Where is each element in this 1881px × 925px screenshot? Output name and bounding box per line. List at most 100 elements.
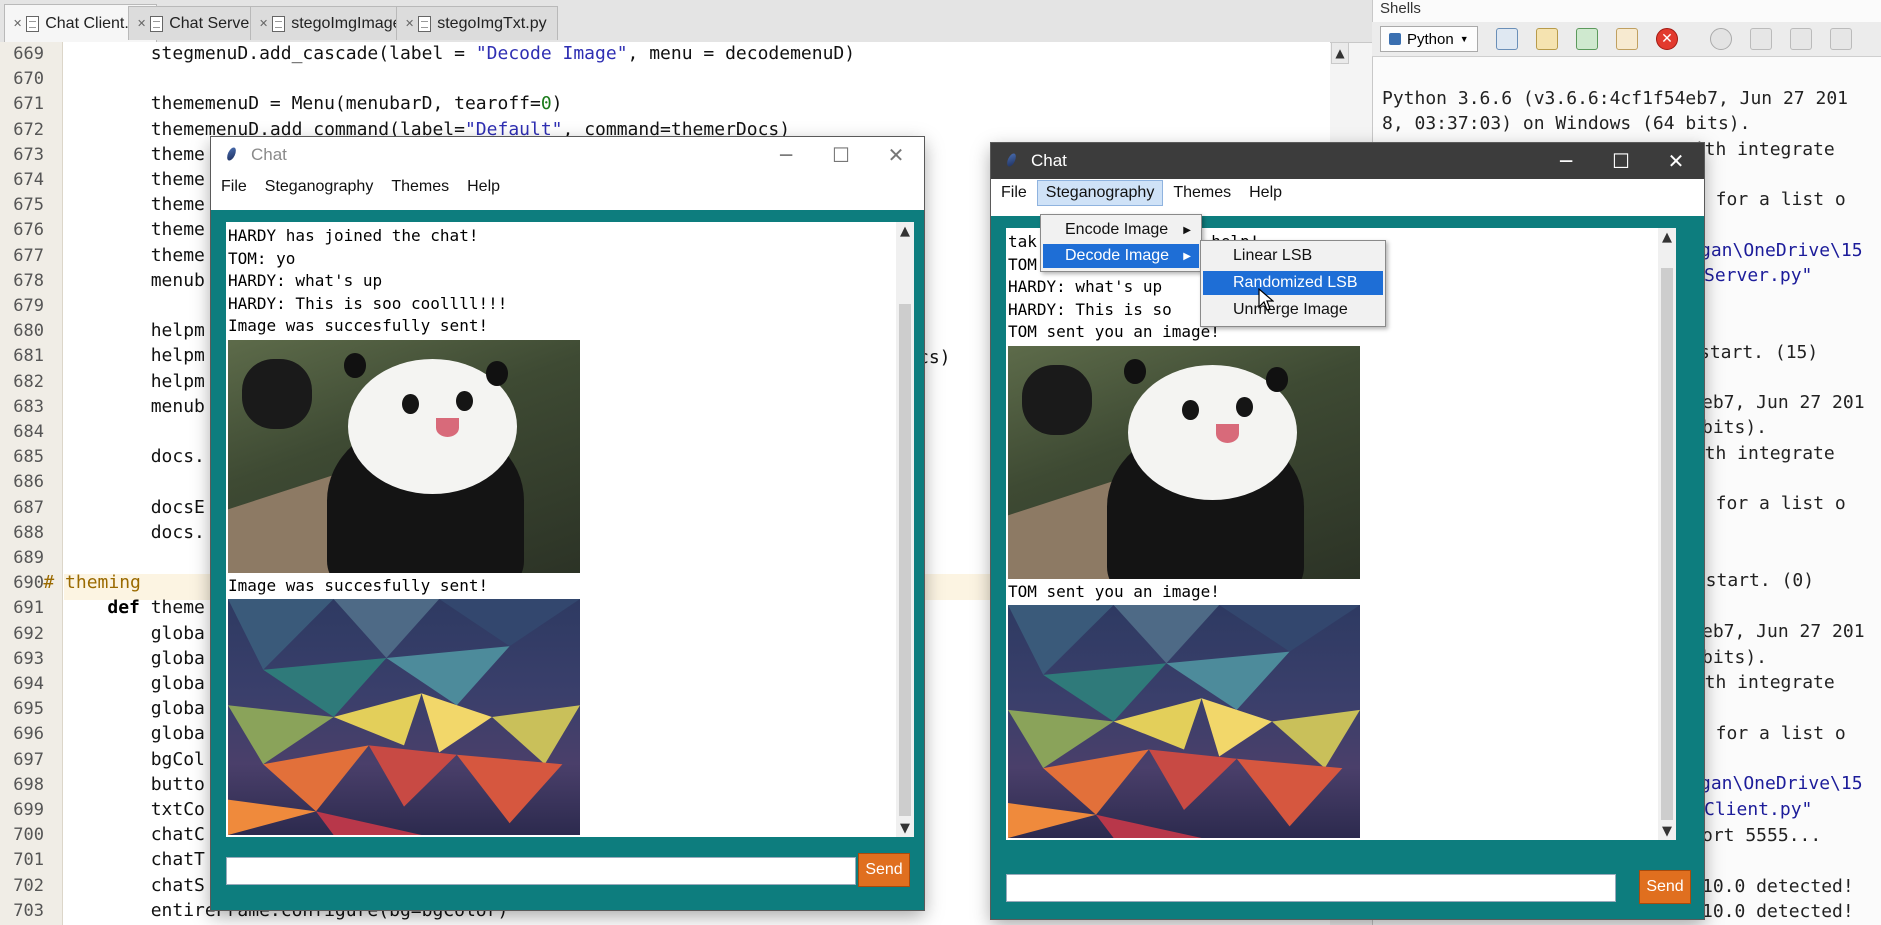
code-line: theme — [64, 169, 205, 190]
line-number: 679 — [13, 296, 44, 316]
submenu-arrow-icon: ▶ — [1183, 224, 1191, 236]
editor-scroll-up-icon[interactable]: ▲ — [1331, 42, 1349, 64]
shell-line: start. (15) — [1699, 342, 1819, 363]
send-button[interactable]: Send — [858, 853, 910, 887]
scroll-down-icon[interactable]: ▼ — [896, 819, 914, 837]
code-line: chatS — [64, 874, 205, 896]
scroll-up-icon[interactable]: ▲ — [896, 222, 914, 240]
editor-tab-bar: ✕ Chat Client.py ✕ Chat Server.py ✕ steg… — [0, 0, 1372, 43]
maximize-icon[interactable]: ☐ — [814, 137, 868, 173]
menu-steganography[interactable]: Steganography — [1036, 180, 1164, 206]
scroll-down-icon[interactable]: ▼ — [1658, 822, 1676, 840]
code-line: menub — [64, 269, 205, 291]
message-input[interactable] — [1006, 874, 1616, 902]
shells-title: Shells — [1380, 0, 1421, 17]
chat-message: HARDY: what's up — [228, 271, 383, 290]
line-number: 698 — [13, 774, 44, 795]
close-tab-icon[interactable]: ✕ — [405, 17, 414, 30]
chat-message: Image was succesfully sent! — [228, 316, 489, 335]
close-tab-icon[interactable]: ✕ — [259, 17, 268, 30]
panda-image — [228, 340, 580, 573]
code-line: theme — [64, 143, 205, 165]
scroll-up-icon[interactable]: ▲ — [1658, 228, 1676, 246]
chat-message: HARDY: what's up — [1008, 277, 1163, 296]
run-file-icon[interactable] — [1616, 28, 1638, 50]
menu-item-encode-image[interactable]: Encode Image ▶ — [1043, 218, 1199, 242]
message-input[interactable] — [226, 857, 856, 885]
close-tab-icon[interactable]: ✕ — [13, 17, 22, 30]
title-bar[interactable]: Chat ─ ☐ ✕ — [211, 137, 924, 173]
close-icon[interactable]: ✕ — [1649, 143, 1703, 179]
interpreter-label: Python — [1407, 30, 1454, 48]
menu-file[interactable]: File — [213, 175, 255, 199]
code-line: thememenuD = Menu(menubarD, tearoff=0) — [64, 93, 563, 115]
menu-item-randomized-lsb[interactable]: Randomized LSB — [1203, 271, 1383, 295]
continue-icon[interactable] — [1830, 28, 1852, 50]
mouse-cursor-icon — [1258, 288, 1274, 311]
step-into-icon[interactable] — [1750, 28, 1772, 50]
menu-item-linear-lsb[interactable]: Linear LSB — [1203, 244, 1383, 268]
line-number: 669 — [13, 44, 44, 64]
menu-bar: File Steganography Themes Help — [991, 179, 1704, 207]
line-number: 677 — [13, 245, 44, 266]
code-line: helpm — [64, 370, 205, 392]
minimize-icon[interactable]: ─ — [759, 137, 813, 173]
menu-themes[interactable]: Themes — [1165, 181, 1239, 205]
shell-line: Python 3.6.6 (v3.6.6:4cf1f54eb7, Jun 27 … — [1382, 88, 1848, 109]
menu-help[interactable]: Help — [1241, 181, 1290, 205]
chat-message: TOM sent you an image! — [1008, 322, 1220, 341]
reload-icon[interactable] — [1576, 28, 1598, 50]
interpreter-select[interactable]: Python ▼ — [1380, 26, 1478, 52]
file-icon — [418, 15, 432, 32]
line-number: 699 — [13, 800, 44, 820]
line-number: 681 — [13, 346, 44, 367]
line-number: 700 — [13, 825, 44, 846]
maximize-icon[interactable]: ☐ — [1594, 143, 1648, 179]
chat-scrollbar[interactable]: ▲ ▼ — [1658, 228, 1676, 840]
scroll-thumb[interactable] — [899, 304, 911, 816]
line-number: 691 — [13, 598, 44, 619]
close-tab-icon[interactable]: ✕ — [137, 17, 146, 30]
line-number: 685 — [13, 447, 44, 468]
chat-message: TOM — [1008, 255, 1037, 274]
minimize-icon[interactable]: ─ — [1539, 143, 1593, 179]
shell-line: 8, 03:37:03) on Windows (64 bits). — [1382, 113, 1751, 134]
menu-file[interactable]: File — [993, 181, 1035, 205]
close-icon[interactable]: ✕ — [869, 137, 923, 173]
line-number: 675 — [13, 195, 44, 216]
step-out-icon[interactable] — [1790, 28, 1812, 50]
shell-line: ' for a list o — [1694, 189, 1846, 210]
shell-line: Server.py" — [1704, 265, 1813, 286]
menu-bar: File Steganography Themes Help — [211, 173, 924, 201]
menu-item-decode-image[interactable]: Decode Image ▶ — [1043, 244, 1199, 268]
menu-themes[interactable]: Themes — [383, 175, 457, 199]
code-line: chatT — [64, 849, 205, 871]
code-line: bgCol — [64, 748, 205, 770]
new-shell-icon[interactable] — [1496, 28, 1518, 50]
code-line: helpm — [64, 320, 205, 342]
menu-steganography[interactable]: Steganography — [257, 175, 382, 199]
stop-icon[interactable]: ✕ — [1656, 28, 1678, 50]
shell-line: Client.py" — [1704, 799, 1813, 820]
line-number: 686 — [13, 472, 44, 493]
chat-log[interactable]: HARDY has joined the chat! TOM: yo HARDY… — [226, 222, 896, 837]
debug-icon[interactable] — [1710, 28, 1732, 50]
line-number: 697 — [13, 749, 44, 770]
tab-stego-img-txt[interactable]: ✕ stegoImgTxt.py — [396, 6, 558, 40]
shell-line: gan\OneDrive\15 — [1700, 773, 1863, 794]
panda-image — [1008, 346, 1360, 579]
menu-item-unmerge-image[interactable]: Unmerge Image — [1203, 298, 1383, 322]
shell-line: ort 5555... — [1702, 825, 1822, 846]
scroll-thumb[interactable] — [1661, 268, 1673, 820]
shell-line: gan\OneDrive\15 — [1700, 240, 1863, 261]
polygon-image — [1008, 605, 1360, 838]
chat-message: Image was succesfully sent! — [228, 576, 489, 595]
menu-help[interactable]: Help — [459, 175, 508, 199]
open-file-icon[interactable] — [1536, 28, 1558, 50]
line-number: 688 — [13, 522, 44, 543]
chat-scrollbar[interactable]: ▲ ▼ — [896, 222, 914, 837]
shell-line: with integrate — [1683, 443, 1835, 464]
send-button[interactable]: Send — [1639, 870, 1691, 904]
menu-item-label: Encode Image — [1065, 221, 1169, 238]
title-bar[interactable]: Chat ─ ☐ ✕ — [991, 143, 1704, 179]
